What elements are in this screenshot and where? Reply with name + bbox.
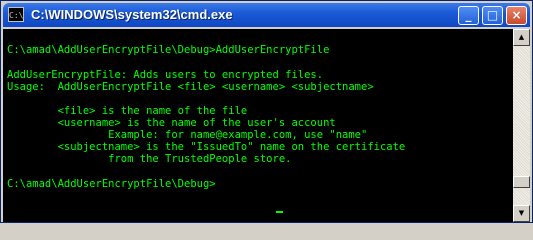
console-line-username-arg: <username> is the name of the user's acc… [7,117,336,129]
scroll-up-arrow-icon[interactable]: ▲ [513,29,530,46]
console-line-store: from the TrustedPeople store. [7,153,292,165]
maximize-button[interactable]: □ [482,6,503,25]
console-output[interactable]: C:\amad\AddUserEncryptFile\Debug> AddUser… [3,29,513,222]
cmd-icon[interactable]: C:\ [8,7,24,22]
window-title: C:\WINDOWS\system32\cmd.exe [31,7,233,22]
console-line-command: C:\amad\AddUserEncryptFile\Debug>AddUser… [7,44,330,56]
console-window: C:\ C:\WINDOWS\system32\cmd.exe _ □ × C:… [0,0,533,223]
console-line-example: Example: for name@example.com, use "name… [7,129,368,141]
close-button[interactable]: × [506,6,527,25]
scroll-down-arrow-icon[interactable]: ▼ [513,205,530,222]
minimize-button[interactable]: _ [458,6,479,25]
console-line-usage: Usage: AddUserEncryptFile <file> <userna… [7,81,374,93]
text-cursor [276,211,283,213]
console-line-prompt: C:\amad\AddUserEncryptFile\Debug> [7,178,216,190]
console-line-description: AddUserEncryptFile: Adds users to encryp… [7,69,324,81]
title-bar[interactable]: C:\ C:\WINDOWS\system32\cmd.exe _ □ × [3,3,530,27]
console-line-subjectname-arg: <subjectname> is the "IssuedTo" name on … [7,141,406,153]
scroll-thumb[interactable] [513,176,530,188]
console-line-file-arg: <file> is the name of the file [7,105,248,117]
vertical-scrollbar[interactable]: ▲ ▼ [513,29,530,222]
